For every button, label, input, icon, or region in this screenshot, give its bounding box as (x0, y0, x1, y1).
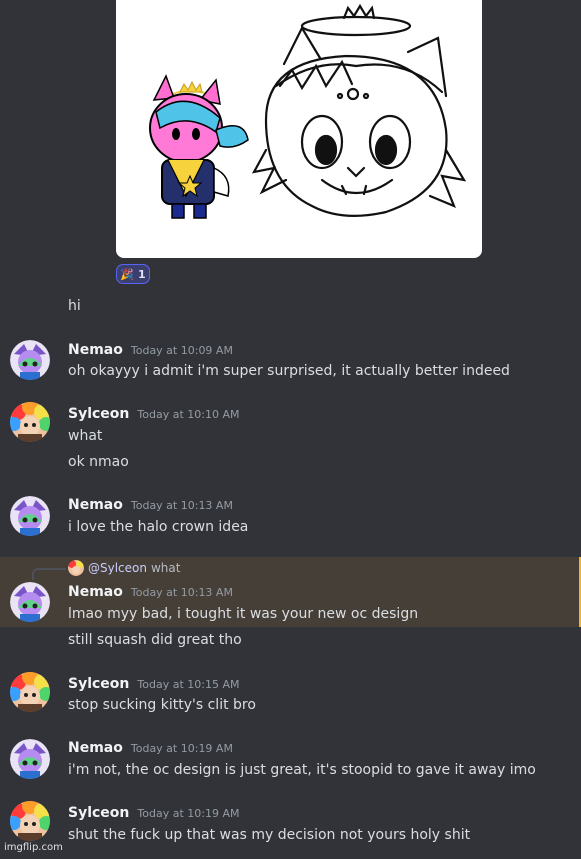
reaction-count: 1 (138, 267, 146, 281)
imgflip-watermark: imgflip.com (4, 842, 63, 853)
avatar-nemao[interactable] (10, 340, 50, 380)
timestamp[interactable]: Today at 10:19 AM (137, 807, 239, 820)
avatar-sylceon[interactable] (10, 402, 50, 442)
message-text: still squash did great tho (68, 632, 242, 648)
author-name[interactable]: Sylceon (68, 676, 129, 692)
reply-avatar (68, 560, 84, 576)
author-name[interactable]: Nemao (68, 740, 123, 756)
small-character-drawing (149, 74, 249, 219)
timestamp[interactable]: Today at 10:09 AM (131, 344, 233, 357)
reply-snippet: what (150, 561, 181, 575)
cat-sketch-drawing (251, 3, 467, 217)
avatar-sylceon[interactable] (10, 672, 50, 712)
timestamp[interactable]: Today at 10:15 AM (137, 678, 239, 691)
image-attachment[interactable] (116, 0, 482, 258)
timestamp[interactable]: Today at 10:10 AM (137, 408, 239, 421)
author-name[interactable]: Nemao (68, 584, 123, 600)
avatar-nemao[interactable] (10, 582, 50, 622)
message-text: ok nmao (68, 454, 129, 470)
timestamp[interactable]: Today at 10:19 AM (131, 742, 233, 755)
author-name[interactable]: Nemao (68, 497, 123, 513)
message-text: what (68, 428, 103, 444)
message-text: stop sucking kitty's clit bro (68, 697, 256, 713)
message-text: lmao myy bad, i tought it was your new o… (68, 606, 419, 622)
reaction-pill[interactable]: 🎉 1 (116, 264, 150, 284)
avatar-nemao[interactable] (10, 496, 50, 536)
timestamp[interactable]: Today at 10:13 AM (131, 586, 233, 599)
author-name[interactable]: Nemao (68, 342, 123, 358)
message-text: i love the halo crown idea (68, 519, 249, 535)
author-name[interactable]: Sylceon (68, 805, 129, 821)
avatar-nemao[interactable] (10, 739, 50, 779)
reply-reference[interactable]: @Sylceon what (68, 560, 180, 576)
reply-spine (32, 568, 66, 580)
avatar-sylceon[interactable] (10, 801, 50, 841)
timestamp[interactable]: Today at 10:13 AM (131, 499, 233, 512)
message-text: oh okayyy i admit i'm super surprised, i… (68, 363, 510, 379)
reply-author: @Sylceon (88, 561, 147, 575)
party-emoji-icon: 🎉 (120, 267, 135, 281)
attachment-drawing (149, 3, 467, 219)
author-name[interactable]: Sylceon (68, 406, 129, 422)
message-text: hi (68, 298, 81, 314)
message-text: i'm not, the oc design is just great, it… (68, 762, 536, 778)
message-text: shut the fuck up that was my decision no… (68, 827, 471, 843)
chat-log: 🎉 1 hi Nemao Today at 10:09 AM oh okayyy… (0, 0, 581, 859)
